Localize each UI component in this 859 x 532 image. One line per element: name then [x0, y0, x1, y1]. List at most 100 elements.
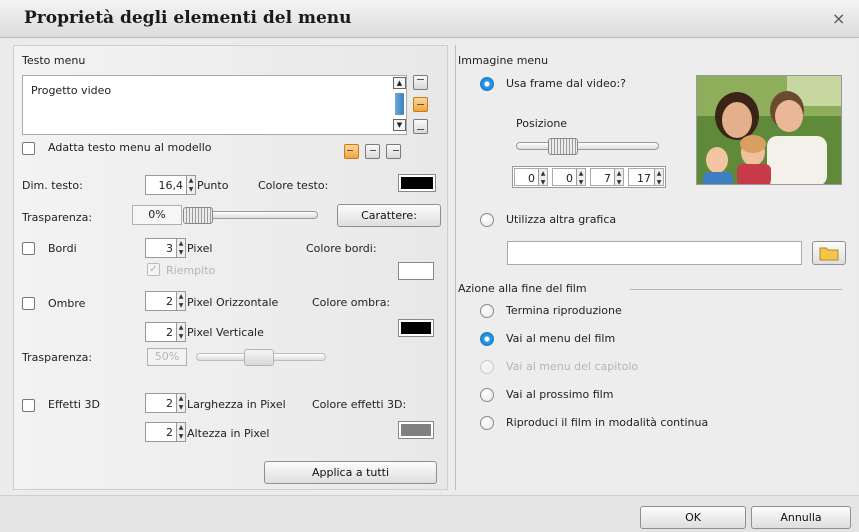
timecode-frames-spinner[interactable]: 17 ▲ ▼ — [628, 168, 664, 186]
timecode-seconds: 7 — [604, 172, 611, 185]
prossimo-film-label: Vai al prossimo film — [506, 388, 614, 401]
bordi-value: 3 — [166, 242, 173, 255]
align-center-icon[interactable] — [365, 144, 380, 159]
usa-frame-label: Usa frame dal video:? — [506, 77, 627, 90]
menu-text-area[interactable]: Progetto video ▲ ▼ — [22, 75, 407, 135]
bordi-unit: Pixel — [187, 242, 213, 255]
colore-bordi-fill — [401, 265, 431, 277]
effetti3d-w-value: 2 — [166, 397, 173, 410]
effetti3d-w-unit: Larghezza in Pixel — [187, 398, 286, 411]
effetti3d-h-spinner[interactable]: 2 ▲ ▼ — [145, 422, 186, 442]
colore-ombra-swatch[interactable] — [398, 319, 434, 337]
spin-arrows-icon[interactable]: ▲ ▼ — [176, 394, 185, 412]
colore-ombra-fill — [401, 322, 431, 334]
bordi-label: Bordi — [48, 242, 77, 255]
scroll-down-icon[interactable]: ▼ — [393, 119, 406, 131]
termina-radio[interactable] — [480, 304, 494, 318]
align-left-icon[interactable] — [344, 144, 359, 159]
colore-effetti3d-fill — [401, 424, 431, 436]
align-middle-icon[interactable] — [413, 97, 428, 112]
riempito-checkbox[interactable]: ✓ — [147, 263, 160, 276]
spin-arrows-icon[interactable]: ▲ ▼ — [576, 169, 585, 186]
menu-film-radio[interactable] — [480, 332, 494, 346]
timecode-minutes-spinner[interactable]: 0 ▲ ▼ — [552, 168, 586, 186]
ombre-checkbox[interactable] — [22, 297, 35, 310]
spin-arrows-icon[interactable]: ▲ ▼ — [176, 292, 185, 310]
video-frame-thumbnail — [696, 75, 842, 185]
termina-label: Termina riproduzione — [506, 304, 622, 317]
prossimo-film-radio[interactable] — [480, 388, 494, 402]
align-bottom-icon[interactable] — [413, 119, 428, 134]
spin-arrows-icon[interactable]: ▲ ▼ — [614, 169, 623, 186]
spin-arrows-icon[interactable]: ▲ ▼ — [186, 176, 195, 194]
ok-button[interactable]: OK — [640, 506, 746, 529]
trasparenza2-value: 50% — [147, 348, 187, 366]
trasparenza2-label: Trasparenza: — [22, 351, 93, 364]
grafica-path-input[interactable] — [507, 241, 802, 265]
text-scrollbar[interactable]: ▲ ▼ — [393, 77, 406, 133]
colore-effetti3d-label: Colore effetti 3D: — [312, 398, 407, 411]
posizione-slider-track[interactable] — [516, 142, 659, 150]
colore-ombra-label: Colore ombra: — [312, 296, 391, 309]
usa-frame-radio[interactable] — [480, 77, 494, 91]
effetti3d-checkbox[interactable] — [22, 399, 35, 412]
colore-effetti3d-swatch[interactable] — [398, 421, 434, 439]
posizione-slider-thumb[interactable] — [548, 138, 578, 155]
dim-testo-value: 16,4 — [158, 179, 184, 192]
spin-arrows-icon[interactable]: ▲ ▼ — [176, 323, 185, 341]
effetti3d-h-unit: Altezza in Pixel — [187, 427, 270, 440]
effetti3d-h-value: 2 — [166, 426, 173, 439]
timecode-frames: 17 — [637, 172, 651, 185]
timecode-hours: 0 — [528, 172, 535, 185]
ombre-v-unit: Pixel Verticale — [187, 326, 264, 339]
spin-arrows-icon[interactable]: ▲ ▼ — [654, 169, 663, 186]
dim-testo-spinner[interactable]: 16,4 ▲ ▼ — [145, 175, 196, 195]
annulla-button[interactable]: Annulla — [751, 506, 851, 529]
dialog-title: Proprietà degli elementi del menu — [24, 8, 352, 28]
colore-bordi-swatch[interactable] — [398, 262, 434, 280]
dim-testo-label: Dim. testo: — [22, 179, 83, 192]
effetti3d-w-spinner[interactable]: 2 ▲ ▼ — [145, 393, 186, 413]
bordi-checkbox[interactable] — [22, 242, 35, 255]
timecode-hours-spinner[interactable]: 0 ▲ ▼ — [514, 168, 548, 186]
adatta-checkbox[interactable] — [22, 142, 35, 155]
spin-arrows-icon[interactable]: ▲ ▼ — [176, 239, 185, 257]
menu-text-value: Progetto video — [31, 84, 112, 97]
menu-capitolo-label: Vai al menu del capitolo — [506, 360, 639, 373]
utilizza-grafica-radio[interactable] — [480, 213, 494, 227]
scroll-thumb[interactable] — [395, 93, 404, 115]
align-right-icon[interactable] — [386, 144, 401, 159]
align-top-icon[interactable] — [413, 75, 428, 90]
spin-arrows-icon[interactable]: ▲ ▼ — [176, 423, 185, 441]
testo-menu-label: Testo menu — [22, 54, 86, 67]
scroll-up-icon[interactable]: ▲ — [393, 77, 406, 89]
menu-capitolo-radio[interactable] — [480, 360, 494, 374]
ombre-h-spinner[interactable]: 2 ▲ ▼ — [145, 291, 186, 311]
colore-testo-swatch[interactable] — [398, 174, 436, 192]
ombre-label: Ombre — [48, 297, 86, 310]
trasparenza-label: Trasparenza: — [22, 211, 93, 224]
effetti3d-label: Effetti 3D — [48, 398, 100, 411]
continua-label: Riproduci il film in modalità continua — [506, 416, 709, 429]
azione-divider — [630, 289, 842, 290]
bordi-spinner[interactable]: 3 ▲ ▼ — [145, 238, 186, 258]
browse-button[interactable] — [812, 241, 846, 265]
spin-arrows-icon[interactable]: ▲ ▼ — [538, 169, 547, 186]
ombre-h-unit: Pixel Orizzontale — [187, 296, 279, 309]
ombre-v-value: 2 — [166, 326, 173, 339]
utilizza-grafica-label: Utilizza altra grafica — [506, 213, 617, 226]
dim-testo-unit: Punto — [197, 179, 229, 192]
colore-testo-label: Colore testo: — [258, 179, 329, 192]
adatta-label: Adatta testo menu al modello — [48, 141, 212, 154]
continua-radio[interactable] — [480, 416, 494, 430]
timecode-seconds-spinner[interactable]: 7 ▲ ▼ — [590, 168, 624, 186]
folder-icon — [819, 247, 839, 261]
trasparenza-value: 0% — [132, 205, 182, 225]
trasparenza-slider-thumb[interactable] — [183, 207, 213, 224]
trasparenza2-slider-thumb[interactable] — [244, 349, 274, 366]
ombre-v-spinner[interactable]: 2 ▲ ▼ — [145, 322, 186, 342]
close-icon[interactable]: × — [832, 9, 845, 28]
applica-a-tutti-button[interactable]: Applica a tutti — [264, 461, 437, 484]
azione-label: Azione alla fine del film — [458, 282, 587, 295]
carattere-button[interactable]: Carattere: — [337, 204, 441, 227]
